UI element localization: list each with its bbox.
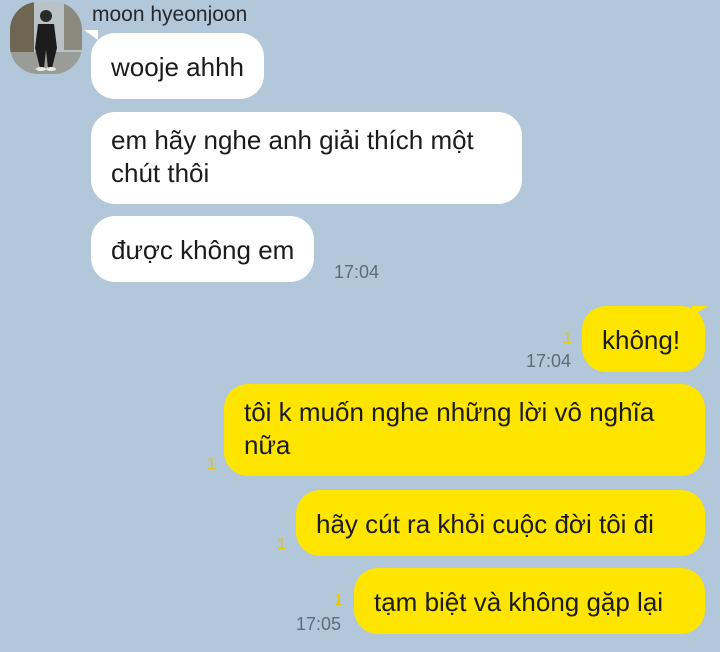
unread-count: 1 bbox=[334, 592, 343, 609]
incoming-message-bubble[interactable]: được không em bbox=[91, 216, 315, 282]
bubble-tail bbox=[84, 30, 98, 40]
message-timestamp: 17:05 bbox=[296, 614, 342, 634]
incoming-message-bubble[interactable]: em hãy nghe anh giải thích một chút thôi bbox=[91, 112, 522, 204]
unread-count: 1 bbox=[277, 536, 286, 553]
sender-name: moon hyeonjoon bbox=[92, 3, 248, 26]
unread-count: 1 bbox=[207, 456, 216, 473]
incoming-message-bubble[interactable]: wooje ahhh bbox=[91, 33, 264, 99]
outgoing-message-bubble[interactable]: không! bbox=[582, 306, 705, 372]
outgoing-message-bubble[interactable]: hãy cút ra khỏi cuộc đời tôi đi bbox=[296, 490, 705, 556]
outgoing-message-bubble[interactable]: tạm biệt và không gặp lại bbox=[354, 568, 705, 634]
message-timestamp: 17:04 bbox=[334, 262, 380, 282]
outgoing-message-bubble[interactable]: tôi k muốn nghe những lời vô nghĩa nữa bbox=[224, 384, 705, 476]
sender-avatar[interactable] bbox=[10, 2, 82, 74]
message-timestamp: 17:04 bbox=[526, 351, 572, 371]
unread-count: 1 bbox=[563, 330, 572, 347]
